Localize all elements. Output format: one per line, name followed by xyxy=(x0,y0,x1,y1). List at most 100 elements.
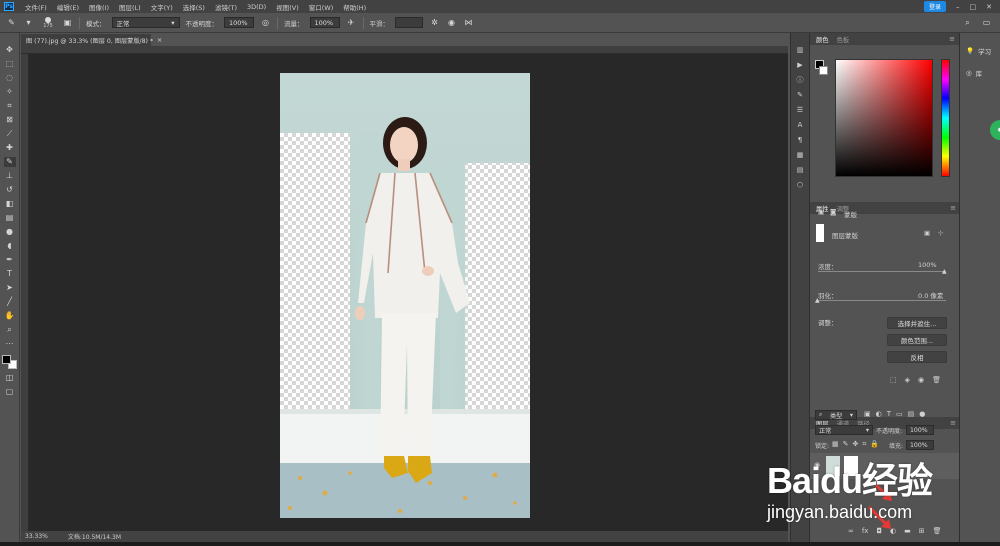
maximize-icon[interactable]: □ xyxy=(970,3,977,11)
eraser-tool-icon[interactable]: ◧ xyxy=(4,199,16,209)
crop-tool-icon[interactable]: ⌗ xyxy=(4,101,16,111)
background-color-swatch[interactable] xyxy=(819,66,828,75)
filter-toggle-icon[interactable]: ● xyxy=(919,410,925,418)
learn-button[interactable]: 💡 学习 xyxy=(966,46,991,56)
lock-all-icon[interactable]: 🔒 xyxy=(870,440,879,449)
color-range-button[interactable]: 颜色范围... xyxy=(887,334,947,346)
mask-thumbnail[interactable] xyxy=(816,224,824,242)
fill-field[interactable]: 100% xyxy=(906,440,934,450)
tab-swatches[interactable]: 色板 xyxy=(837,35,850,44)
lock-position-icon[interactable]: ✥ xyxy=(853,440,859,449)
panel-menu-icon[interactable]: ≡ xyxy=(949,35,955,43)
apply-mask-icon[interactable]: ◈ xyxy=(905,376,910,384)
menu-image[interactable]: 图像(I) xyxy=(84,2,114,12)
lock-transparency-icon[interactable]: ▦ xyxy=(832,440,839,449)
chevron-down-icon[interactable]: ▾ xyxy=(23,17,34,28)
load-selection-icon[interactable]: ⬚ xyxy=(890,376,897,384)
screen-mode-icon[interactable]: ▢ xyxy=(4,387,16,397)
quick-mask-icon[interactable]: ◫ xyxy=(4,373,16,383)
type-tool-icon[interactable]: T xyxy=(4,269,16,279)
select-and-mask-button[interactable]: 选择并遮住... xyxy=(887,317,947,329)
feather-slider[interactable] xyxy=(818,300,946,301)
filter-shape-icon[interactable]: ▭ xyxy=(896,410,903,418)
menu-window[interactable]: 窗口(W) xyxy=(304,2,339,12)
blur-tool-icon[interactable]: ● xyxy=(4,227,16,237)
density-value[interactable]: 100% xyxy=(918,261,937,269)
frame-tool-icon[interactable]: ⊠ xyxy=(4,115,16,125)
color-field[interactable] xyxy=(835,59,933,177)
select-mask-icon[interactable]: ▣ xyxy=(924,229,930,237)
move-tool-icon[interactable]: ✥ xyxy=(4,45,16,55)
glyphs-icon[interactable]: ▦ xyxy=(795,150,806,160)
visibility-eye-icon[interactable]: ◉ xyxy=(918,376,924,384)
path-selection-tool-icon[interactable]: ➤ xyxy=(4,283,16,293)
actions-play-icon[interactable]: ▶ xyxy=(795,60,806,70)
brush-tool-icon[interactable]: ✎ xyxy=(3,157,16,167)
pen-tool-icon[interactable]: ✒ xyxy=(4,255,16,265)
filter-pixel-icon[interactable]: ▣ xyxy=(864,410,871,418)
libraries-icon[interactable]: ▤ xyxy=(795,165,806,175)
adjustments-icon[interactable]: ☰ xyxy=(795,105,806,115)
brush-settings-icon[interactable]: ▣ xyxy=(62,17,73,28)
menu-select[interactable]: 选择(S) xyxy=(178,2,210,12)
panel-menu-icon[interactable]: ≡ xyxy=(950,204,956,212)
line-tool-icon[interactable]: ╱ xyxy=(4,297,16,307)
clone-stamp-tool-icon[interactable]: ⊥ xyxy=(4,171,16,181)
layer-opacity-field[interactable]: 100% xyxy=(906,425,934,435)
libraries-button[interactable]: ◎ 库 xyxy=(966,68,982,78)
canvas-image[interactable] xyxy=(280,73,530,518)
minimize-icon[interactable]: – xyxy=(956,3,960,11)
color-swatches[interactable] xyxy=(2,355,17,369)
panel-menu-icon[interactable]: ≡ xyxy=(950,419,956,427)
symmetry-icon[interactable]: ⋈ xyxy=(463,17,474,28)
lock-pixels-icon[interactable]: ✎ xyxy=(843,440,849,449)
mode-select[interactable]: 正常 ▾ xyxy=(111,17,180,28)
smoothing-field[interactable] xyxy=(395,17,423,28)
density-slider-thumb[interactable]: ▲ xyxy=(942,268,947,275)
healing-brush-tool-icon[interactable]: ✚ xyxy=(4,143,16,153)
filter-adjustment-icon[interactable]: ◐ xyxy=(876,410,882,418)
menu-file[interactable]: 文件(F) xyxy=(20,2,52,12)
pixel-mask-icon[interactable]: ▣ xyxy=(818,208,824,216)
vertical-ruler[interactable] xyxy=(21,54,29,531)
opacity-field[interactable]: 100% xyxy=(224,17,254,28)
zoom-tool-icon[interactable]: ⌕ xyxy=(4,325,16,335)
menu-filter[interactable]: 滤镜(T) xyxy=(210,2,242,12)
menu-layer[interactable]: 图层(L) xyxy=(114,2,146,12)
feather-value[interactable]: 0.0 像素 xyxy=(918,290,943,300)
zoom-level[interactable]: 33.33% xyxy=(25,533,48,540)
pressure-size-icon[interactable]: ◉ xyxy=(446,17,457,28)
density-slider[interactable] xyxy=(818,271,946,272)
brush-preset-picker[interactable]: 175 xyxy=(40,16,56,29)
foreground-color-swatch[interactable] xyxy=(2,355,11,364)
cloud-login-badge[interactable]: 登录 xyxy=(923,1,946,12)
brush-tool-icon[interactable]: ✎ xyxy=(6,17,17,28)
brush-settings-icon[interactable]: ✎ xyxy=(795,90,806,100)
info-icon[interactable]: ⓘ xyxy=(795,75,806,85)
menu-type[interactable]: 文字(Y) xyxy=(146,2,178,12)
tab-color[interactable]: 颜色 xyxy=(816,35,829,44)
marquee-tool-icon[interactable]: ⬚ xyxy=(4,59,16,69)
vector-mask-icon[interactable]: ◙ xyxy=(830,208,836,216)
character-icon[interactable]: A xyxy=(795,120,806,130)
menu-edit[interactable]: 编辑(E) xyxy=(52,2,84,12)
search-icon[interactable]: ⌕ xyxy=(962,17,973,28)
filter-type-icon[interactable]: T xyxy=(887,410,891,418)
hue-slider[interactable] xyxy=(941,59,950,177)
blend-mode-select[interactable]: 正常 ▾ xyxy=(815,425,873,435)
gradient-tool-icon[interactable]: ▤ xyxy=(4,213,16,223)
filter-smart-object-icon[interactable]: ▤ xyxy=(908,410,915,418)
feather-slider-thumb[interactable]: ▲ xyxy=(815,297,820,304)
lasso-tool-icon[interactable]: ◌ xyxy=(4,73,16,83)
more-tools-icon[interactable]: ⋯ xyxy=(4,339,16,349)
gear-icon[interactable]: ✲ xyxy=(429,17,440,28)
invert-button[interactable]: 反相 xyxy=(887,351,947,363)
apply-mask-icon[interactable]: ⊹ xyxy=(938,229,943,237)
document-tab[interactable]: 图 (77).jpg @ 33.3% (图层 0, 图层蒙版/8) * × xyxy=(21,34,162,46)
3d-icon[interactable]: ⬡ xyxy=(795,180,806,190)
history-panel-icon[interactable]: ▥ xyxy=(795,45,806,55)
hand-tool-icon[interactable]: ✋ xyxy=(4,311,16,321)
menu-help[interactable]: 帮助(H) xyxy=(338,2,371,12)
horizontal-ruler[interactable] xyxy=(21,46,788,54)
history-brush-tool-icon[interactable]: ↺ xyxy=(4,185,16,195)
